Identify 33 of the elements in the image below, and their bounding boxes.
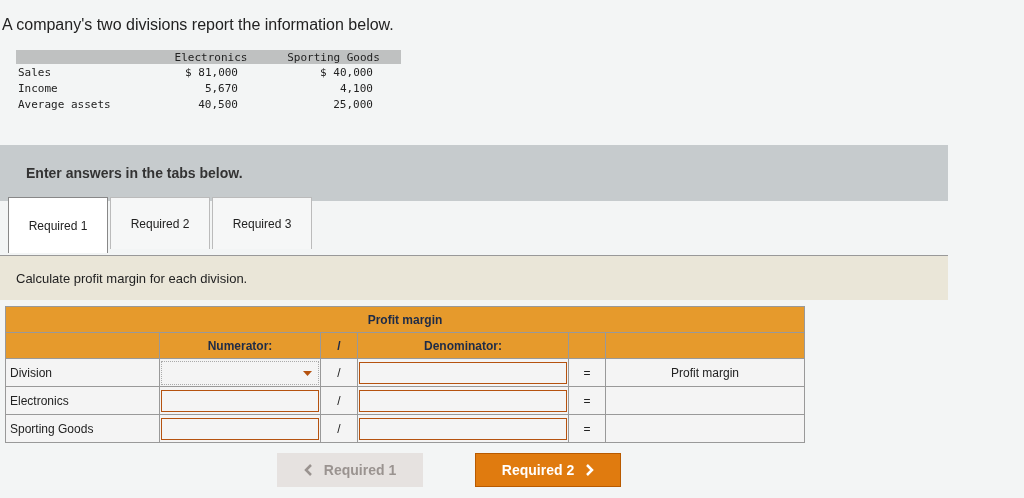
row-label: Income	[17, 81, 59, 95]
chevron-right-icon	[586, 464, 595, 476]
header-cell: Numerator:	[159, 332, 321, 359]
tab[interactable]: Required 2	[110, 197, 210, 249]
input-field[interactable]	[359, 417, 567, 440]
header-cell: Denominator:	[357, 332, 569, 359]
input-field[interactable]	[161, 389, 319, 412]
table-cell-text: 5,670	[203, 81, 239, 95]
caret-icon	[303, 370, 312, 376]
table-cell: Sporting Goods	[5, 414, 160, 443]
table-cell: Profit margin	[605, 358, 805, 387]
input-field[interactable]	[359, 361, 567, 384]
table-cell-text: 25,000	[332, 97, 374, 111]
table-cell-text: 40,500	[197, 97, 239, 111]
column-header: Electronics	[173, 50, 249, 64]
column-header: Sporting Goods	[286, 50, 381, 64]
table-cell: Electronics	[5, 386, 160, 415]
row-label: Average assets	[17, 97, 112, 111]
input-field[interactable]	[161, 417, 319, 440]
chevron-left-icon	[303, 464, 312, 476]
question-text: Calculate profit margin for each division.	[16, 270, 248, 286]
header-cell: Profit margin	[5, 306, 805, 333]
table-cell: Division	[5, 358, 160, 387]
tab[interactable]: Required 1	[8, 197, 108, 253]
intro-text: A company's two divisions report the information below.	[1, 15, 395, 34]
table-cell-text: $ 40,000	[319, 65, 374, 79]
input-field[interactable]	[359, 389, 567, 412]
banner-text: Enter answers in the tabs below.	[26, 165, 243, 181]
table-cell-text: 4,100	[338, 81, 374, 95]
dropdown-field[interactable]	[161, 360, 319, 385]
row-label: Sales	[17, 65, 53, 79]
table-cell-text: $ 81,000	[184, 65, 239, 79]
tab[interactable]: Required 3	[212, 197, 312, 249]
